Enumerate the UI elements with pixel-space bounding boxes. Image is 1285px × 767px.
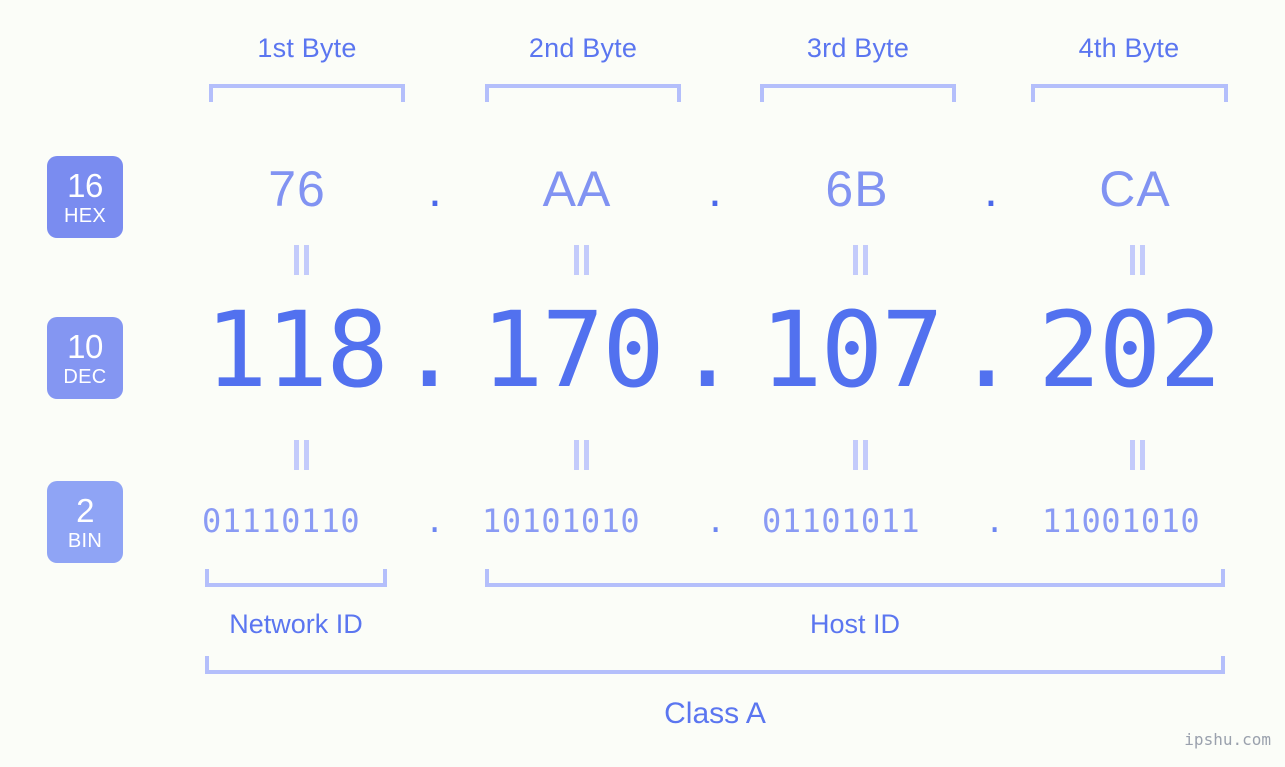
byte-header-2: 2nd Byte	[528, 33, 638, 63]
host-id-bracket	[485, 569, 1225, 587]
hex-separator-2: .	[708, 161, 722, 217]
byte-header-1: 1st Byte	[257, 33, 357, 63]
byte-header-4: 4th Byte	[1078, 33, 1180, 63]
site-watermark: ipshu.com	[1184, 730, 1271, 749]
base-badge-bin-name: BIN	[67, 529, 103, 552]
equals-mark-hex-dec-4	[1124, 245, 1150, 275]
dec-separator-2: .	[676, 289, 739, 411]
byte-header-3: 3rd Byte	[806, 33, 910, 63]
base-badge-bin-number: 2	[76, 491, 94, 529]
equals-mark-dec-bin-4	[1124, 440, 1150, 470]
equals-mark-dec-bin-3	[847, 440, 873, 470]
byte-bracket-3	[760, 84, 956, 102]
ip-class-label: Class A	[664, 697, 766, 730]
dec-separator-1: .	[398, 289, 461, 411]
base-badge-bin: 2 BIN	[47, 481, 123, 563]
ip-breakdown-diagram: 1st Byte 2nd Byte 3rd Byte 4th Byte 16 H…	[0, 0, 1285, 767]
byte-bracket-1	[209, 84, 405, 102]
hex-byte-4: CA	[1099, 161, 1171, 217]
base-badge-hex-name: HEX	[63, 204, 107, 227]
hex-byte-1: 76	[268, 161, 326, 217]
base-badge-hex-number: 16	[67, 166, 103, 204]
hex-byte-2: AA	[542, 161, 612, 217]
host-id-label: Host ID	[809, 609, 901, 639]
network-id-label: Network ID	[229, 609, 363, 639]
equals-mark-hex-dec-2	[568, 245, 594, 275]
base-badge-dec-number: 10	[67, 327, 103, 365]
dec-separator-3: .	[955, 289, 1018, 411]
byte-bracket-4	[1031, 84, 1228, 102]
dec-byte-4: 202	[1038, 289, 1222, 411]
bin-byte-3: 01101011	[762, 502, 921, 540]
dec-byte-1: 118	[205, 289, 389, 411]
dec-byte-3: 107	[760, 289, 944, 411]
bin-separator-1: .	[425, 502, 445, 540]
dec-byte-2: 170	[481, 289, 665, 411]
byte-bracket-2	[485, 84, 681, 102]
hex-byte-3: 6B	[825, 161, 889, 217]
hex-separator-1: .	[428, 161, 442, 217]
base-badge-dec: 10 DEC	[47, 317, 123, 399]
equals-mark-hex-dec-1	[288, 245, 314, 275]
base-badge-hex: 16 HEX	[47, 156, 123, 238]
bin-byte-1: 01110110	[202, 502, 361, 540]
ip-class-bracket	[205, 656, 1225, 674]
bin-separator-2: .	[706, 502, 726, 540]
equals-mark-dec-bin-2	[568, 440, 594, 470]
bin-byte-4: 11001010	[1042, 502, 1201, 540]
hex-separator-3: .	[984, 161, 998, 217]
base-badge-dec-name: DEC	[63, 365, 107, 388]
network-id-bracket	[205, 569, 387, 587]
bin-separator-3: .	[985, 502, 1005, 540]
equals-mark-hex-dec-3	[847, 245, 873, 275]
bin-byte-2: 10101010	[482, 502, 641, 540]
equals-mark-dec-bin-1	[288, 440, 314, 470]
